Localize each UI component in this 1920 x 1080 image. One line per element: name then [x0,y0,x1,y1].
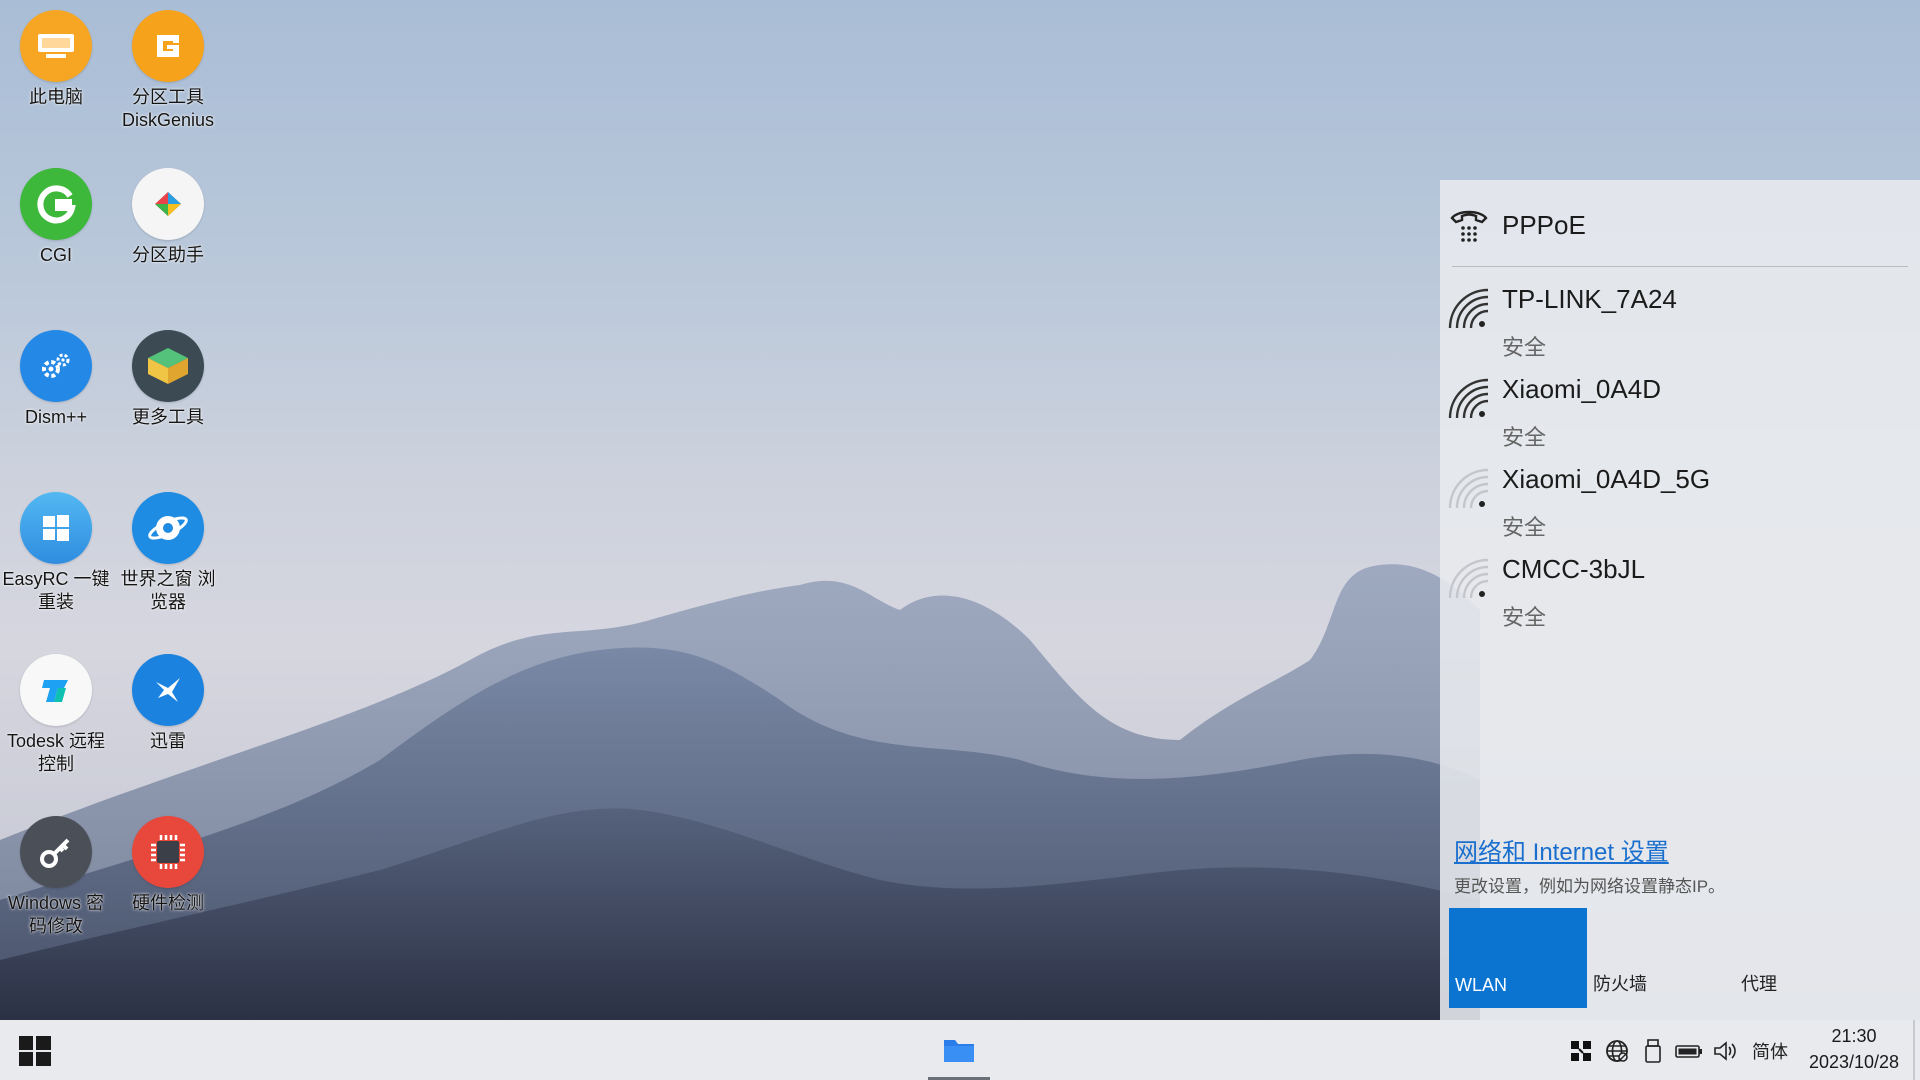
network-flyout: PPPoE TP-LINK_7A24 安全 Xiaomi_0A4D 安全 Xia… [1440,180,1920,1020]
volume-icon[interactable] [1712,1038,1738,1064]
show-desktop-button[interactable] [1913,1020,1915,1080]
desktop-icon-label: Windows 密码修改 [7,893,105,936]
cgi-icon [20,168,92,240]
wifi-network-item[interactable]: Xiaomi_0A4D_5G 安全 [1448,464,1908,544]
desktop-icon-partition-assistant[interactable]: 分区助手 [112,168,224,267]
desktop-icon-dism[interactable]: Dism++ [0,330,112,429]
tile-wlan[interactable]: WLAN [1449,908,1587,1008]
desktop-icon-label: Dism++ [24,407,87,427]
input-method-indicator[interactable]: 简体 [1752,1038,1788,1064]
desktop-icon-label: 分区助手 [132,245,204,265]
desktop-icon-diskgenius[interactable]: 分区工具DiskGenius [112,10,224,132]
taskbar-file-explorer[interactable] [928,1020,990,1080]
tile-firewall[interactable]: 防火墙 [1587,908,1725,1008]
partition-assistant-icon [132,168,204,240]
tile-label: WLAN [1455,975,1508,995]
desktop-icon-todesk[interactable]: Todesk 远程控制 [0,654,112,776]
wifi-signal-strong-icon [1448,288,1489,329]
desktop-icon-label: 硬件检测 [132,893,204,913]
desktop-icon-label: 分区工具DiskGenius [121,87,215,130]
dism-icon [20,330,92,402]
wifi-signal-weak-icon [1448,558,1489,599]
usb-drive-icon[interactable] [1640,1038,1666,1064]
desktop-icon-password[interactable]: Windows 密码修改 [0,816,112,938]
clock-time[interactable]: 21:30 [1804,1026,1904,1047]
desktop-icon-label: CGI [39,245,72,265]
desktop-icon-label: Todesk 远程控制 [6,731,106,774]
wifi-network-item[interactable]: TP-LINK_7A24 安全 [1448,284,1908,364]
wifi-network-item[interactable]: Xiaomi_0A4D 安全 [1448,374,1908,454]
desktop-icon-cgi[interactable]: CGI [0,168,112,267]
pppoe-label: PPPoE [1502,210,1586,240]
tile-proxy[interactable]: 代理 [1735,908,1873,1008]
network-name: TP-LINK_7A24 [1502,284,1677,314]
settings-description: 更改设置，例如为网络设置静态IP。 [1454,877,1726,896]
start-button[interactable] [18,1034,52,1068]
folder-icon [944,1040,974,1062]
desktop-icon-easyrc[interactable]: EasyRC 一键重装 [0,492,112,614]
wifi-network-item[interactable]: CMCC-3bJL 安全 [1448,554,1908,634]
tile-label: 代理 [1741,974,1777,994]
network-name: Xiaomi_0A4D_5G [1502,464,1711,494]
desktop-icon-label: 迅雷 [150,731,186,751]
computer-icon [20,10,92,82]
desktop-icon-label: 更多工具 [132,407,204,427]
desktop-icon-label: 此电脑 [29,87,83,107]
desktop-icon-hardware[interactable]: 硬件检测 [112,816,224,915]
battery-icon[interactable] [1674,1038,1704,1064]
chip-icon [132,816,204,888]
desktop-icon-computer[interactable]: 此电脑 [0,10,112,109]
network-security: 安全 [1502,335,1547,360]
desktop-icon-more-tools[interactable]: 更多工具 [112,330,224,429]
dialup-icon [1450,210,1488,242]
browser-icon [132,492,204,564]
todesk-icon [20,654,92,726]
key-icon [20,816,92,888]
tile-label: 防火墙 [1593,974,1647,994]
desktop-icon-thunder[interactable]: 迅雷 [112,654,224,753]
desktop-icon-label: 世界之窗 浏览器 [120,569,216,612]
easyrc-icon [20,492,92,564]
desktop-icon-browser[interactable]: 世界之窗 浏览器 [112,492,224,614]
clock-date[interactable]: 2023/10/28 [1796,1052,1912,1073]
network-name: Xiaomi_0A4D [1502,374,1661,404]
pppoe-connection[interactable]: PPPoE [1448,202,1908,252]
thunder-icon [132,654,204,726]
divider [1452,266,1908,267]
wifi-signal-weak-icon [1448,468,1489,509]
network-name: CMCC-3bJL [1502,554,1646,584]
tray-app-icon[interactable] [1568,1038,1594,1064]
wifi-signal-strong-icon [1448,378,1489,419]
network-globe-icon[interactable] [1604,1038,1630,1064]
network-internet-settings-link[interactable]: 网络和 Internet 设置 [1454,832,1669,867]
network-security: 安全 [1502,605,1547,630]
diskgenius-icon [132,10,204,82]
desktop-icon-label: EasyRC 一键重装 [2,569,110,612]
more-tools-icon [132,330,204,402]
network-security: 安全 [1502,515,1547,540]
network-security: 安全 [1502,425,1547,450]
taskbar: 简体 21:30 2023/10/28 [0,1020,1920,1080]
